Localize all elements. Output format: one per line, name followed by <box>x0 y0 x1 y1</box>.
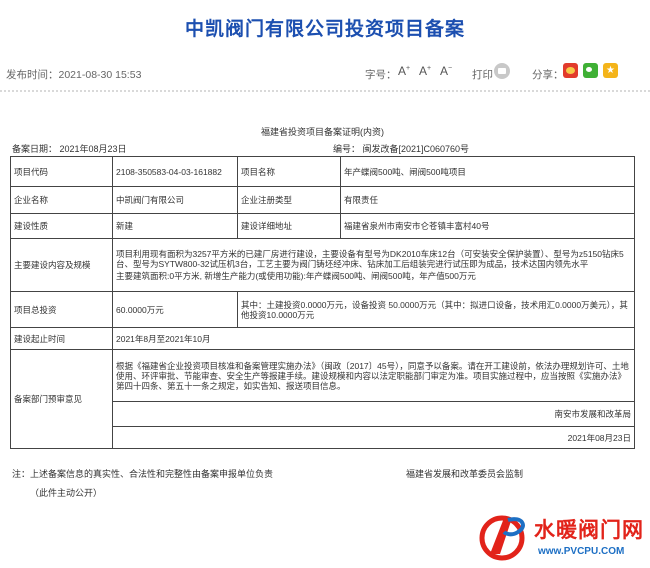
responsibility-note: 注：上述备案信息的真实性、合法性和完整性由备案申报单位负责 <box>12 469 274 479</box>
construction-capacity: 主要建筑面积:0平方米, 新增生产能力(或使用功能):年产蝶阀500吨、闸阀50… <box>116 271 476 281</box>
font-size-medium-button[interactable]: A+ <box>419 64 431 78</box>
table-row: 项目总投资 60.0000万元 其中：土建投资0.0000万元，设备投资 50.… <box>10 291 635 328</box>
filing-date: 备案日期： 2021年08月23日 <box>12 144 127 154</box>
investment-detail: 其中：土建投资0.0000万元，设备投资 50.0000万元（其中：拟进口设备，… <box>237 291 635 328</box>
watermark-url: www.PVCPU.COM <box>538 546 625 557</box>
public-disclosure-note: （此件主动公开） <box>30 488 103 498</box>
site-watermark: 水暖阀门网 www.PVCPU.COM <box>474 504 650 568</box>
table-row: 项目代码 2108-350583-04-03-161882 项目名称 年产蝶阀5… <box>10 156 635 187</box>
construction-content-detail: 项目利用现有面积为3257平方米的已建厂房进行建设，主要设备有型号为DK2010… <box>116 249 624 269</box>
watermark-logo-icon <box>479 515 525 561</box>
total-investment: 60.0000万元 <box>112 291 238 328</box>
wechat-icon[interactable] <box>583 63 598 78</box>
project-code-label: 项目代码 <box>10 156 113 187</box>
font-size-label: 字号： <box>365 69 397 81</box>
enterprise-name-label: 企业名称 <box>10 186 113 214</box>
construction-nature-label: 建设性质 <box>10 213 113 239</box>
meta-divider <box>0 90 650 92</box>
registration-type: 有限责任 <box>340 186 635 214</box>
certificate-table: 项目代码 2108-350583-04-03-161882 项目名称 年产蝶阀5… <box>10 156 635 449</box>
table-row: 建设性质 新建 建设详细地址 福建省泉州市南安市仑苍镇丰富村40号 <box>10 213 635 239</box>
project-name-label: 项目名称 <box>237 156 341 187</box>
enterprise-name: 中凯阀门有限公司 <box>112 186 238 214</box>
table-row: 主要建设内容及规模 项目利用现有面积为3257平方米的已建厂房进行建设，主要设备… <box>10 238 635 292</box>
watermark-brand: 水暖阀门网 <box>534 519 644 542</box>
construction-period: 2021年8月至2021年10月 <box>112 327 635 350</box>
pre-review-opinion: 根据《福建省企业投资项目核准和备案管理实施办法》（闽政〔2017〕45号），同意… <box>112 349 635 402</box>
construction-period-label: 建设起止时间 <box>10 327 113 350</box>
font-size-large-button[interactable]: A+ <box>398 64 410 78</box>
weibo-icon[interactable] <box>563 63 578 78</box>
total-investment-label: 项目总投资 <box>10 291 113 328</box>
registration-type-label: 企业注册类型 <box>237 186 341 214</box>
supervision-note: 福建省发展和改革委员会监制 <box>406 469 524 479</box>
table-row: 建设起止时间 2021年8月至2021年10月 <box>10 327 635 350</box>
table-row: 备案部门预审意见 根据《福建省企业投资项目核准和备案管理实施办法》（闽政〔201… <box>10 349 635 449</box>
print-button-label[interactable]: 打印 <box>472 67 493 82</box>
qzone-icon[interactable]: ★ <box>603 63 618 78</box>
share-label: 分享： <box>532 69 564 81</box>
certificate-title: 福建省投资项目备案证明(内资) <box>261 127 384 137</box>
filing-authority: 南安市发展和改革局 <box>112 401 635 427</box>
construction-content-label: 主要建设内容及规模 <box>10 238 113 292</box>
pre-review-opinion-label: 备案部门预审意见 <box>10 349 113 449</box>
construction-nature: 新建 <box>112 213 238 239</box>
project-code: 2108-350583-04-03-161882 <box>112 156 238 187</box>
page-title: 中凯阀门有限公司投资项目备案 <box>184 19 465 40</box>
construction-address: 福建省泉州市南安市仑苍镇丰富村40号 <box>340 213 635 239</box>
table-row: 企业名称 中凯阀门有限公司 企业注册类型 有限责任 <box>10 186 635 214</box>
record-number: 编号： 闽发改备[2021]C060760号 <box>333 144 470 154</box>
article-meta-bar: 发布时间：2021-08-30 15:53 字号： A+ A+ A− 打印 分享… <box>0 60 650 86</box>
construction-content: 项目利用现有面积为3257平方米的已建厂房进行建设，主要设备有型号为DK2010… <box>112 238 635 292</box>
font-size-small-button[interactable]: A− <box>440 64 452 78</box>
project-name: 年产蝶阀500吨、闸阀500吨项目 <box>340 156 635 187</box>
print-icon[interactable] <box>494 63 510 79</box>
authority-date: 2021年08月23日 <box>112 426 635 449</box>
publish-time: 发布时间：2021-08-30 15:53 <box>6 69 142 81</box>
construction-address-label: 建设详细地址 <box>237 213 341 239</box>
